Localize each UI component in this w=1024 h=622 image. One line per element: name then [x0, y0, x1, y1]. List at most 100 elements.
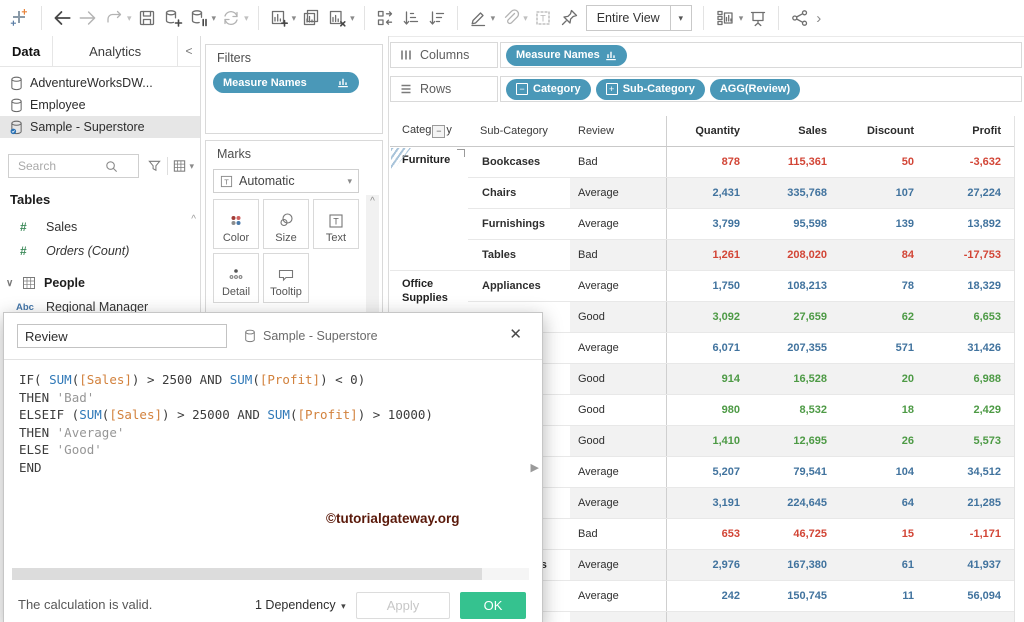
columns-shelf[interactable]: Measure Names — [500, 42, 1022, 68]
group-members-button[interactable]: ▾ — [497, 4, 530, 32]
functions-pane-expander-icon[interactable]: ▶ — [531, 461, 539, 474]
measure-value-cell[interactable]: 84 — [840, 239, 927, 271]
search-input-box[interactable] — [8, 154, 139, 178]
review-cell[interactable]: Bad — [570, 239, 666, 271]
measure-value-cell[interactable]: 6,653 — [927, 301, 1014, 333]
measure-value-cell[interactable]: 150,745 — [753, 580, 840, 612]
subcategory-cell[interactable]: Bookcases — [468, 146, 570, 178]
presentation-mode-button[interactable] — [745, 4, 771, 32]
review-cell[interactable]: Bad — [570, 518, 666, 550]
measure-value-cell[interactable]: 3,462 — [927, 611, 1014, 622]
measure-value-cell[interactable]: 189,925 — [753, 611, 840, 622]
measure-value-cell[interactable]: 79,541 — [753, 456, 840, 488]
measure-value-cell[interactable]: 6,988 — [927, 363, 1014, 395]
measure-value-cell[interactable]: 3,092 — [665, 301, 753, 333]
subcategory-column-header[interactable]: Sub-Category — [468, 116, 570, 147]
review-cell[interactable]: Average — [570, 208, 666, 240]
review-cell[interactable]: Bad — [570, 146, 666, 178]
measure-value-cell[interactable]: 139 — [840, 208, 927, 240]
measure-value-cell[interactable]: 242 — [665, 580, 753, 612]
redo-button[interactable]: ▾ — [101, 4, 134, 32]
sort-descending-button[interactable] — [424, 4, 450, 32]
formula-editor[interactable]: IF( SUM([Sales]) > 2500 AND SUM([Profit]… — [19, 371, 433, 476]
measure-value-cell[interactable]: 878 — [665, 146, 753, 178]
pill-measure-names[interactable]: Measure Names — [506, 44, 627, 66]
pill-agg-review[interactable]: AGG(Review) — [709, 78, 801, 100]
size-button[interactable]: Size — [263, 199, 309, 249]
swap-rows-columns-button[interactable] — [372, 4, 398, 32]
measure-value-cell[interactable]: 980 — [665, 394, 753, 426]
review-cell[interactable]: Good — [570, 363, 666, 395]
measure-value-cell[interactable]: 34,512 — [927, 456, 1014, 488]
measure-value-cell[interactable]: 1,261 — [665, 239, 753, 271]
measure-value-cell[interactable]: 571 — [840, 332, 927, 364]
new-worksheet-button[interactable]: ▾ — [266, 4, 299, 32]
measure-value-cell[interactable]: 115,361 — [753, 146, 840, 178]
measure-value-cell[interactable]: 5,573 — [927, 425, 1014, 457]
measure-value-cell[interactable]: 2,976 — [665, 549, 753, 581]
horizontal-scrollbar[interactable] — [12, 568, 529, 580]
review-cell[interactable]: Average — [570, 177, 666, 209]
collapse-pane-icon[interactable]: < — [178, 36, 200, 66]
quantity-column-header[interactable]: Quantity — [665, 116, 753, 147]
measure-value-cell[interactable]: 3,191 — [665, 487, 753, 519]
measure-value-cell[interactable]: -3,632 — [927, 146, 1014, 178]
measure-value-cell[interactable]: 56,094 — [927, 580, 1014, 612]
people-group-row[interactable]: ∨ People — [0, 271, 200, 295]
subcategory-cell[interactable]: Appliances — [468, 270, 570, 302]
measure-value-cell[interactable]: 1,410 — [665, 425, 753, 457]
measure-value-cell[interactable]: 21,285 — [927, 487, 1014, 519]
measure-value-cell[interactable]: 5,207 — [665, 456, 753, 488]
forward-button[interactable] — [75, 4, 101, 32]
color-button[interactable]: Color — [213, 199, 259, 249]
category-cell-furniture[interactable]: Furniture — [390, 146, 468, 271]
review-cell[interactable]: Average — [570, 580, 666, 612]
close-icon[interactable]: ✕ — [503, 324, 528, 344]
duplicate-sheet-button[interactable] — [298, 4, 324, 32]
highlight-button[interactable]: ▾ — [465, 4, 498, 32]
collapse-hierarchy-icon[interactable]: − — [516, 83, 528, 95]
measure-value-cell[interactable]: 78 — [840, 270, 927, 302]
clear-sheet-button[interactable]: ▾ — [324, 4, 357, 32]
review-cell[interactable]: Good — [570, 425, 666, 457]
tableau-logo-icon[interactable] — [4, 4, 34, 32]
scrollbar-thumb[interactable] — [12, 568, 482, 580]
show-hide-cards-button[interactable]: ▾ — [711, 4, 746, 32]
measure-value-cell[interactable]: 62 — [840, 301, 927, 333]
measure-value-cell[interactable]: 41,937 — [927, 549, 1014, 581]
filter-funnel-icon[interactable] — [147, 158, 162, 174]
datasource-item-sample-superstore[interactable]: Sample - Superstore — [0, 116, 200, 138]
refresh-button[interactable]: ▾ — [218, 4, 251, 32]
measure-value-cell[interactable]: 31,426 — [927, 332, 1014, 364]
fix-axes-pin-button[interactable] — [556, 4, 582, 32]
measure-value-cell[interactable]: 46,725 — [753, 518, 840, 550]
measure-value-cell[interactable]: 95,598 — [753, 208, 840, 240]
caret-down-icon[interactable]: ▾ — [189, 161, 194, 171]
show-mark-labels-button[interactable]: T — [530, 4, 556, 32]
measure-value-cell[interactable]: 207,355 — [753, 332, 840, 364]
measure-value-cell[interactable]: 1,750 — [665, 270, 753, 302]
search-input[interactable] — [16, 158, 104, 174]
field-item-sales[interactable]: # Sales — [0, 215, 200, 239]
review-cell[interactable]: Average — [570, 487, 666, 519]
measure-value-cell[interactable]: 12,695 — [753, 425, 840, 457]
field-item-orders-count[interactable]: # Orders (Count) — [0, 239, 200, 263]
measure-value-cell[interactable]: 20 — [840, 363, 927, 395]
measure-value-cell[interactable]: 18,329 — [927, 270, 1014, 302]
pause-auto-updates-button[interactable]: ▾ — [186, 4, 219, 32]
measure-value-cell[interactable]: 11 — [840, 580, 927, 612]
measure-value-cell[interactable]: 13,892 — [927, 208, 1014, 240]
measure-value-cell[interactable]: 2,429 — [927, 394, 1014, 426]
collapse-hierarchy-icon[interactable]: − — [432, 125, 446, 138]
review-cell[interactable]: Average — [570, 549, 666, 581]
sales-column-header[interactable]: Sales — [753, 116, 840, 147]
measure-value-cell[interactable]: 3,799 — [665, 208, 753, 240]
subcategory-cell[interactable]: Chairs — [468, 177, 570, 209]
tab-analytics[interactable]: Analytics — [53, 36, 178, 66]
calculation-name-input[interactable] — [17, 324, 227, 348]
pill-measure-names[interactable]: Measure Names — [213, 72, 359, 93]
measure-value-cell[interactable]: 2,431 — [665, 177, 753, 209]
subcategory-cell[interactable]: Furnishings — [468, 208, 570, 240]
save-button[interactable] — [134, 4, 160, 32]
tooltip-button[interactable]: Tooltip — [263, 253, 309, 303]
